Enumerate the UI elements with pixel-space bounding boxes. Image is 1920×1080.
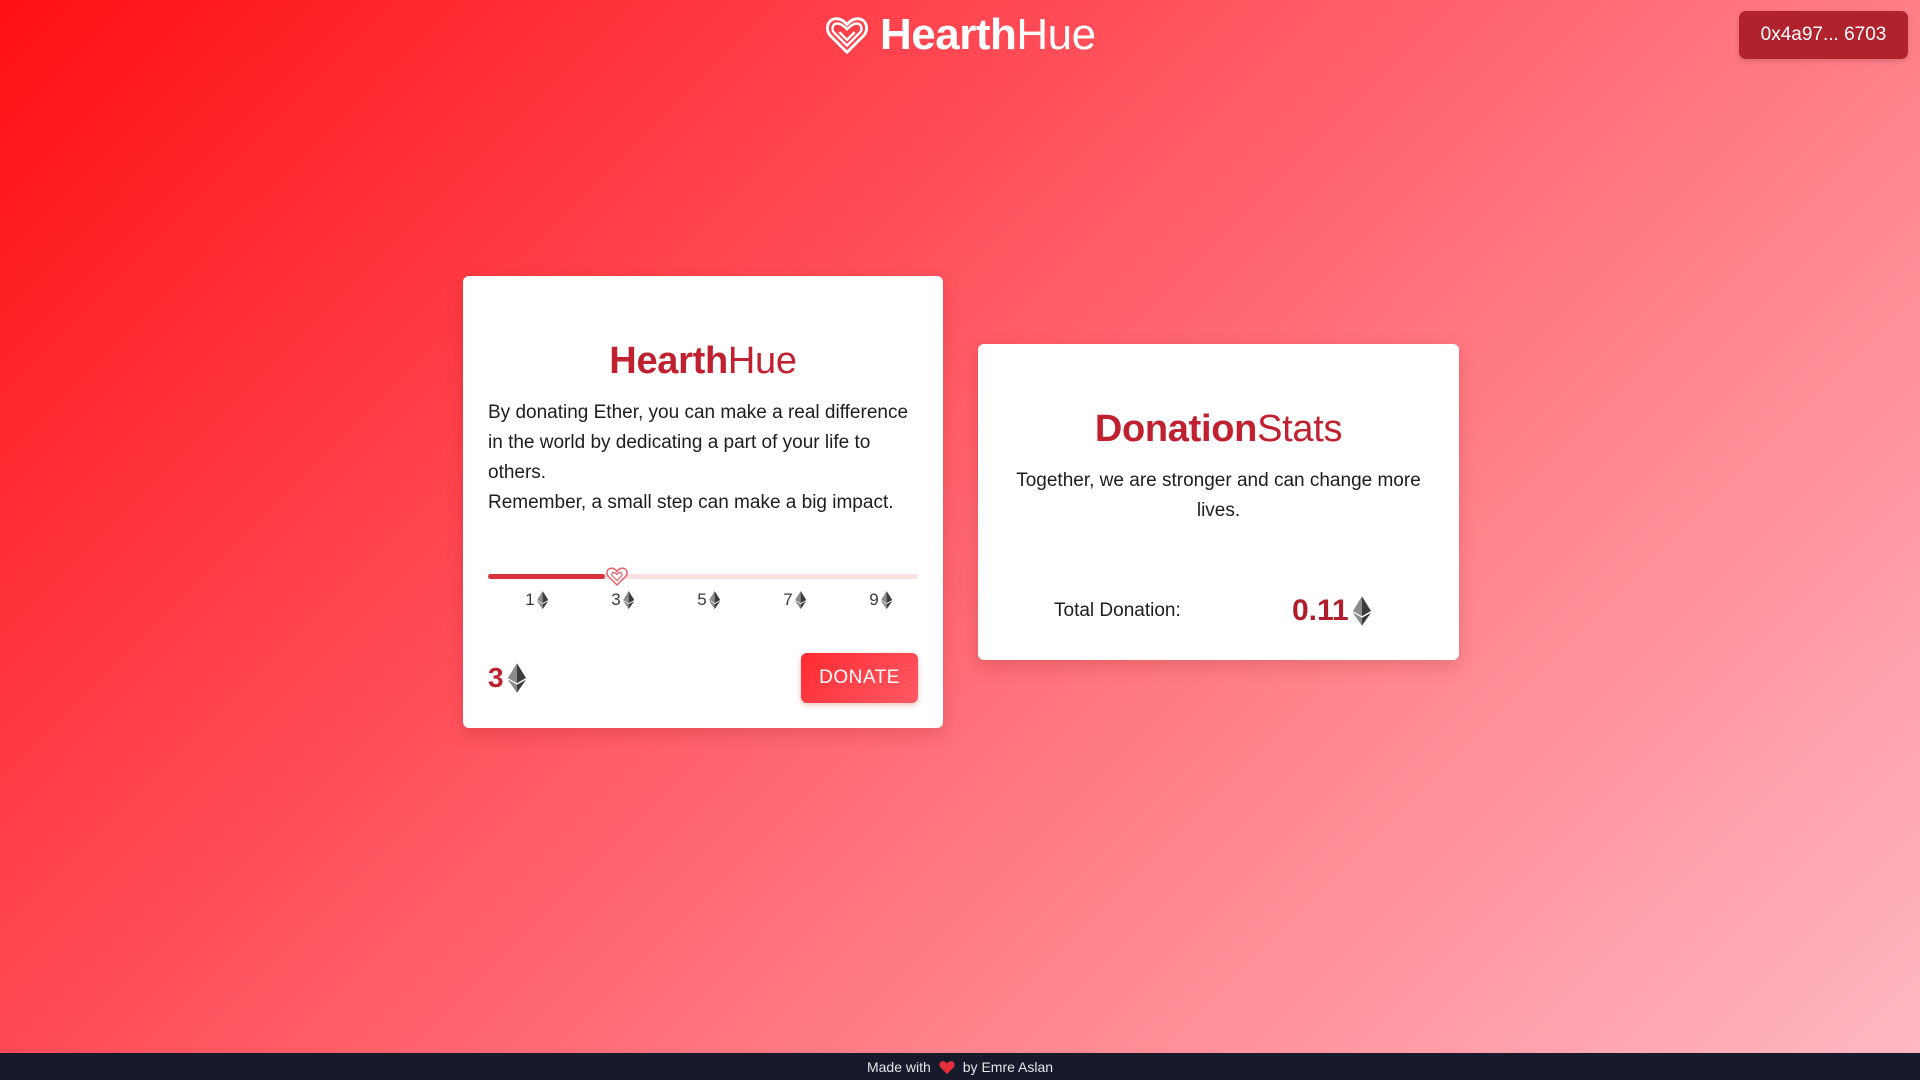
slider-tick-label: 7 xyxy=(783,590,793,609)
slider-tick-5[interactable]: 5 xyxy=(697,590,721,610)
slider-tick-label: 3 xyxy=(611,590,621,609)
slider-tick-9[interactable]: 9 xyxy=(869,590,893,610)
total-donation-label: Total Donation: xyxy=(1054,600,1181,621)
stats-card-title: DonationStats xyxy=(1003,410,1434,448)
slider-tick-label: 9 xyxy=(869,590,879,609)
brand-name-bold: Hearth xyxy=(880,10,1017,59)
selected-amount-value: 3 xyxy=(488,662,504,693)
brand-name-light: Hue xyxy=(1016,10,1096,59)
wallet-address-button[interactable]: 0x4a97... 6703 xyxy=(1739,11,1908,59)
ethereum-icon xyxy=(537,591,549,609)
ethereum-icon xyxy=(623,591,635,609)
ethereum-icon xyxy=(1352,596,1371,626)
donate-row: 3 DONATE xyxy=(488,653,918,703)
heart-thumb-icon[interactable] xyxy=(605,564,629,588)
stats-description: Together, we are stronger and can change… xyxy=(1016,470,1421,521)
footer: Made with by Emre Aslan xyxy=(0,1053,1920,1080)
ethereum-icon xyxy=(795,591,807,609)
donate-card-title-light: Hue xyxy=(727,340,797,382)
slider-tick-7[interactable]: 7 xyxy=(783,590,807,610)
selected-amount: 3 xyxy=(488,662,526,694)
slider-tick-label: 1 xyxy=(525,590,535,609)
donation-amount-slider[interactable]: 1 3 5 7 9 xyxy=(488,567,918,618)
ethereum-icon xyxy=(507,663,526,693)
footer-made-with: Made with xyxy=(866,1058,931,1075)
donation-stats-card: DonationStats Together, we are stronger … xyxy=(978,344,1459,660)
heart-logo-icon xyxy=(825,17,869,55)
stats-card-title-light: Stats xyxy=(1257,408,1343,450)
slider-ticks: 1 3 5 7 9 xyxy=(488,590,918,614)
donate-description: By donating Ether, you can make a real d… xyxy=(488,398,918,518)
slider-tick-3[interactable]: 3 xyxy=(611,590,635,610)
slider-tick-label: 5 xyxy=(697,590,707,609)
donate-card: HearthHue By donating Ether, you can mak… xyxy=(463,276,943,728)
heart-icon xyxy=(939,1060,955,1074)
donate-description-line-2: Remember, a small step can make a big im… xyxy=(488,492,894,513)
stats-card-title-bold: Donation xyxy=(1094,408,1258,450)
slider-tick-1[interactable]: 1 xyxy=(525,590,549,610)
brand-name: HearthHue xyxy=(880,13,1096,57)
footer-author: by Emre Aslan xyxy=(962,1058,1054,1075)
donate-button[interactable]: DONATE xyxy=(801,653,918,703)
donate-card-title: HearthHue xyxy=(488,342,918,380)
ethereum-icon xyxy=(709,591,721,609)
donate-card-title-bold: Hearth xyxy=(609,340,728,382)
donate-description-line-1: By donating Ether, you can make a real d… xyxy=(488,402,909,483)
total-donation-value: 0.11 xyxy=(1292,594,1371,628)
total-donation-amount: 0.11 xyxy=(1292,594,1349,627)
ethereum-icon xyxy=(881,591,893,609)
total-donation-row: Total Donation: 0.11 xyxy=(978,592,1459,632)
slider-fill xyxy=(488,574,605,579)
brand-logo[interactable]: HearthHue xyxy=(824,10,1096,60)
